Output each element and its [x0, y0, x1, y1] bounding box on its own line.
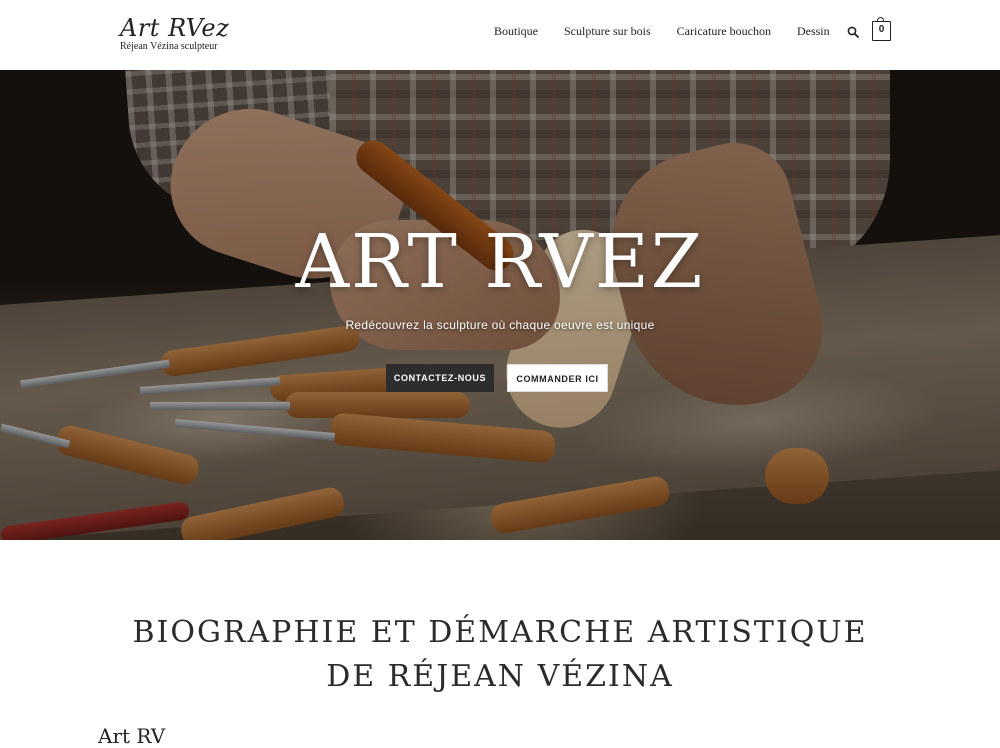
nav-item-boutique[interactable]: Boutique — [494, 24, 538, 39]
site-logo[interactable]: Art RVez Réjean Vézina sculpteur — [118, 14, 238, 58]
bio-heading-line2: DE RÉJEAN VÉZINA — [326, 659, 674, 694]
contact-button[interactable]: CONTACTEZ-NOUS — [386, 364, 494, 392]
hero-title: ART RVEZ — [295, 219, 705, 305]
logo-title: Art RVez — [120, 14, 230, 42]
nav-item-caricature[interactable]: Caricature bouchon — [677, 24, 771, 39]
bio-subheading: Art RV — [98, 724, 166, 748]
main-nav: Boutique Sculpture sur bois Caricature b… — [494, 24, 856, 39]
hero-subtitle: Redécouvrez la sculpture où chaque oeuvr… — [345, 318, 655, 332]
nav-item-sculpture[interactable]: Sculpture sur bois — [564, 24, 651, 39]
hero-overlay — [0, 70, 1000, 540]
search-icon[interactable] — [847, 25, 859, 38]
bio-heading: BIOGRAPHIE ET DÉMARCHE ARTISTIQUE DE RÉJ… — [0, 611, 1000, 699]
logo-subtitle: Réjean Vézina sculpteur — [120, 41, 218, 52]
bio-heading-line1: BIOGRAPHIE ET DÉMARCHE ARTISTIQUE — [132, 615, 868, 650]
hero-banner: ART RVEZ Redécouvrez la sculpture où cha… — [0, 70, 1000, 540]
order-button[interactable]: COMMANDER ICI — [507, 364, 608, 392]
nav-item-dessin[interactable]: Dessin — [797, 24, 830, 39]
cart-button[interactable]: 0 — [872, 17, 891, 41]
cart-count: 0 — [878, 24, 885, 35]
site-header: Art RVez Réjean Vézina sculpteur Boutiqu… — [0, 0, 1000, 70]
